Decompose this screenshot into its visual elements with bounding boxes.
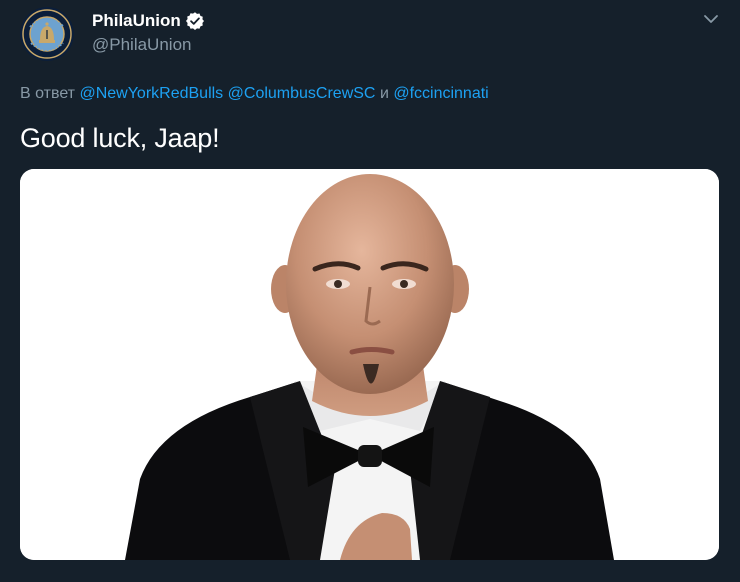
- verified-badge-icon: [185, 12, 204, 30]
- mention-link-fccincinnati[interactable]: @fccincinnati: [393, 85, 488, 102]
- handle[interactable]: @PhilaUnion: [92, 34, 205, 56]
- tweet-text: Good luck, Jaap!: [20, 123, 220, 153]
- reply-prefix: В ответ: [20, 85, 76, 102]
- man-in-tuxedo-photo: [20, 169, 719, 560]
- display-name-row: PhilaUnion: [92, 11, 205, 31]
- mention-link-newyorkredbulls[interactable]: @NewYorkRedBulls: [79, 85, 223, 102]
- tweet-media[interactable]: [20, 169, 719, 560]
- reply-context: В ответ @NewYorkRedBulls @ColumbusCrewSC…: [20, 84, 489, 104]
- mention-link-columbuscrewsc[interactable]: @ColumbusCrewSC: [228, 85, 376, 102]
- reply-conjunction: и: [379, 85, 389, 102]
- display-name[interactable]: PhilaUnion: [92, 11, 181, 31]
- phila-union-crest-icon: [20, 7, 74, 61]
- chevron-down-icon[interactable]: [702, 12, 720, 26]
- tweet: PhilaUnion @PhilaUnion В ответ @NewYorkR…: [0, 0, 740, 582]
- author-names: PhilaUnion @PhilaUnion: [92, 11, 205, 56]
- avatar[interactable]: [20, 7, 74, 61]
